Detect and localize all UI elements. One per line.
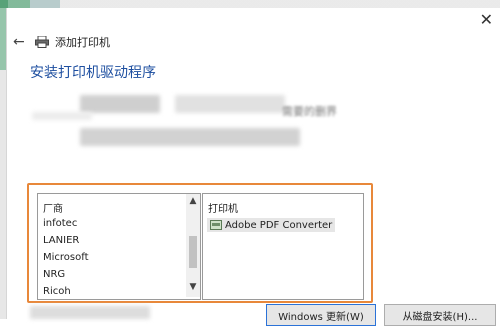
background-desktop-strip [0,0,500,8]
manufacturer-header: 厂商 [43,204,63,215]
blurred-text [175,95,285,113]
blurred-text [30,306,150,319]
page-heading: 安装打印机驱动程序 [30,65,156,81]
manufacturer-scrollbar[interactable]: ▲ ▼ [186,194,200,297]
list-item[interactable]: Ricoh [43,286,71,297]
printer-icon [35,36,49,48]
printer-name: Adobe PDF Converter [225,219,333,231]
have-disk-button[interactable]: 从磁盘安装(H)... [384,304,496,326]
window-titlebar: ← 添加打印机 [13,32,110,52]
windows-update-button[interactable]: Windows 更新(W) [266,304,376,326]
scrollbar-thumb[interactable] [189,236,197,268]
chevron-up-icon[interactable]: ▲ [188,196,198,206]
list-item[interactable]: NRG [43,269,65,280]
printer-icon [210,220,222,230]
close-icon[interactable]: ✕ [480,10,493,29]
printer-header: 打印机 [208,204,238,215]
printer-list[interactable]: 打印机 Adobe PDF Converter [202,193,364,300]
blurred-text [32,112,92,120]
list-item[interactable]: Microsoft [43,252,89,263]
list-item[interactable]: infotec [43,218,77,229]
back-arrow-icon[interactable]: ← [13,34,35,50]
manufacturer-list[interactable]: 厂商 infotec LANIER Microsoft NRG Ricoh ▲ … [37,193,201,300]
blurred-text [80,95,160,113]
blurred-label: 需要的删界 [282,105,337,118]
chevron-down-icon[interactable]: ▼ [188,282,198,292]
list-item-selected[interactable]: Adobe PDF Converter [207,218,336,232]
blurred-text [80,128,300,146]
list-item[interactable]: LANIER [43,235,79,246]
window-title: 添加打印机 [55,36,110,49]
